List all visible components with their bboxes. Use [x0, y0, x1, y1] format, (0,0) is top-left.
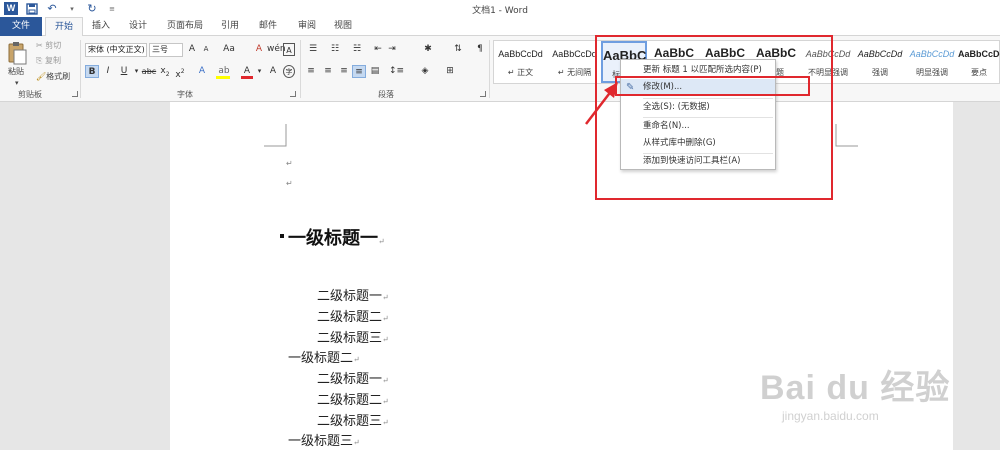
paste-dropdown-icon[interactable]: ▾	[15, 79, 19, 87]
highlight-color-button[interactable]: ab	[216, 65, 232, 79]
heading-level-1[interactable]: 一级标题一↵	[288, 224, 385, 250]
paragraph-mark: ↵	[286, 159, 293, 168]
tab-file[interactable]: 文件	[0, 17, 42, 36]
subscript-button[interactable]: x2	[160, 65, 170, 78]
heading-line[interactable]: 二级标题二↵	[317, 389, 389, 408]
clipboard-launcher-icon[interactable]	[72, 91, 78, 97]
tab-page-layout[interactable]: 页面布局	[160, 17, 210, 36]
highlight-color-swatch	[216, 76, 230, 79]
margin-corner-mark	[264, 124, 287, 147]
paste-icon[interactable]	[6, 41, 28, 65]
font-color-dropdown-icon[interactable]: ▾	[256, 65, 263, 78]
decrease-indent-icon[interactable]: ⇤	[372, 43, 384, 56]
style-no-spacing[interactable]: AaBbCcDd ↵ 无间隔	[548, 41, 601, 83]
superscript-button[interactable]: x2	[175, 65, 185, 80]
heading-line[interactable]: 一级标题三↵	[288, 430, 360, 449]
font-size-select[interactable]: 三号	[149, 43, 183, 57]
font-color-swatch	[241, 76, 253, 79]
heading-line[interactable]: 二级标题三↵	[317, 410, 389, 429]
format-painter-button[interactable]: 🖌格式刷	[36, 71, 70, 82]
heading-line[interactable]: 二级标题三↵	[317, 327, 389, 346]
borders-icon[interactable]: ⊞	[443, 65, 457, 78]
bold-button[interactable]: B	[85, 65, 99, 78]
clear-formatting-button[interactable]: A	[253, 43, 265, 56]
watermark-url: jingyan.baidu.com	[782, 409, 879, 423]
heading-line[interactable]: 一级标题二↵	[288, 347, 360, 366]
tab-view[interactable]: 视图	[326, 17, 360, 36]
char-shading-icon[interactable]: A	[267, 65, 279, 78]
enclosed-char-icon[interactable]: 字	[283, 65, 295, 78]
increase-indent-icon[interactable]: ⇥	[386, 43, 398, 56]
title-bar: W ↶ ▾ ↻ ≡ 文档1 - Word	[0, 0, 1000, 17]
annotation-modify-box	[615, 76, 810, 96]
heading-line[interactable]: 二级标题一↵	[317, 368, 389, 387]
grow-font-button[interactable]: A	[186, 43, 198, 56]
group-divider	[489, 40, 490, 98]
phonetic-guide-icon[interactable]: wén	[267, 43, 286, 56]
format-painter-icon: 🖌	[36, 72, 47, 81]
tab-mailings[interactable]: 邮件	[251, 17, 285, 36]
align-center-icon[interactable]: ≡	[322, 65, 334, 78]
align-left-icon[interactable]: ≡	[305, 65, 317, 78]
strikethrough-button[interactable]: abc	[141, 65, 157, 78]
sort-icon[interactable]: ⇅	[452, 43, 464, 56]
tab-design[interactable]: 设计	[121, 17, 155, 36]
group-divider	[80, 40, 81, 98]
char-border-icon[interactable]: A	[283, 43, 295, 56]
justify-icon[interactable]: ≡	[352, 65, 366, 78]
font-color-button[interactable]: A	[241, 65, 253, 79]
chinese-layout-icon[interactable]: ✱	[420, 43, 436, 56]
text-effects-icon[interactable]: A	[196, 65, 208, 78]
numbering-icon[interactable]: ☷	[327, 43, 343, 56]
clipboard-group-label: 剪贴板	[18, 90, 42, 99]
style-normal[interactable]: AaBbCcDd ↵ 正文	[494, 41, 547, 83]
group-divider	[300, 40, 301, 98]
line-spacing-icon[interactable]: ↕≡	[389, 65, 404, 78]
font-name-select[interactable]: 宋体 (中文正文)	[85, 43, 147, 57]
watermark-brand: Bai du 经验	[760, 369, 951, 407]
heading-line[interactable]: 二级标题一↵	[317, 285, 389, 304]
copy-button[interactable]: ⎘ 复制	[36, 55, 61, 66]
paste-button[interactable]: 粘贴	[8, 66, 24, 77]
tab-insert[interactable]: 插入	[84, 17, 118, 36]
tab-references[interactable]: 引用	[213, 17, 247, 36]
heading-bullet-marker	[280, 234, 284, 238]
font-group-label: 字体	[177, 90, 193, 99]
style-intense-emphasis[interactable]: AaBbCcDd 明显强调	[906, 41, 958, 83]
ribbon-tabs: 文件 开始 插入 设计 页面布局 引用 邮件 审阅 视图	[0, 17, 1000, 37]
baidu-watermark: Bai du 经验 jingyan.baidu.com	[760, 360, 950, 423]
shading-icon[interactable]: ◈	[418, 65, 432, 78]
cut-button[interactable]: ✂ 剪切	[36, 40, 61, 51]
style-emphasis[interactable]: AaBbCcDd 强调	[854, 41, 906, 83]
bullets-icon[interactable]: ☰	[305, 43, 321, 56]
highlighter-icon: ab	[218, 66, 230, 76]
font-launcher-icon[interactable]	[290, 91, 296, 97]
style-strong[interactable]: AaBbCcDd 要点	[958, 41, 1000, 83]
window-title: 文档1 - Word	[472, 6, 528, 16]
heading-line[interactable]: 二级标题二↵	[317, 306, 389, 325]
shrink-font-button[interactable]: A	[200, 43, 212, 56]
paragraph-group-label: 段落	[378, 90, 394, 99]
underline-dropdown-icon[interactable]: ▾	[133, 65, 140, 78]
cut-icon: ✂	[36, 41, 46, 50]
tab-home[interactable]: 开始	[45, 17, 83, 37]
paragraph-mark: ↵	[286, 179, 293, 188]
multilevel-list-icon[interactable]: ☵	[349, 43, 365, 56]
align-right-icon[interactable]: ≡	[338, 65, 350, 78]
annotation-arrow-icon	[585, 82, 618, 125]
copy-icon: ⎘	[36, 56, 45, 65]
margin-corner-mark	[835, 124, 858, 147]
paragraph-launcher-icon[interactable]	[480, 91, 486, 97]
italic-button[interactable]: I	[102, 65, 114, 78]
annotation-outer-box	[595, 35, 833, 200]
show-marks-icon[interactable]: ¶	[474, 43, 486, 56]
tab-review[interactable]: 审阅	[290, 17, 324, 36]
distributed-icon[interactable]: ▤	[369, 65, 381, 78]
change-case-button[interactable]: Aa	[220, 43, 238, 56]
underline-button[interactable]: U	[118, 65, 130, 78]
